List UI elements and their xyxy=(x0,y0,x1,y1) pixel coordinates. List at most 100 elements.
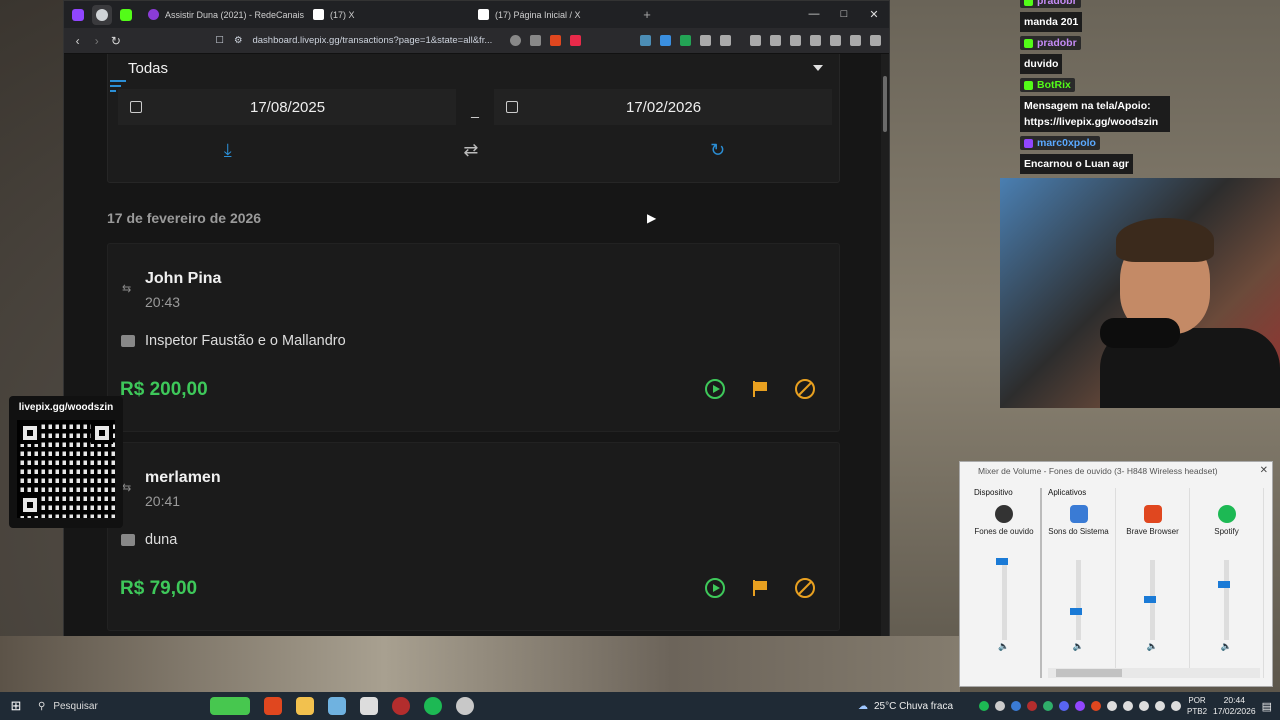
system-sounds-icon xyxy=(1069,505,1088,523)
channel-name: Fones de ouvido xyxy=(974,527,1034,536)
app-icon[interactable] xyxy=(456,697,474,715)
download-icon[interactable] xyxy=(750,35,761,46)
tray-icon[interactable] xyxy=(1043,701,1054,711)
date-to-field[interactable]: 17/02/2026 xyxy=(494,89,832,125)
pinned-tab-twitch[interactable] xyxy=(68,5,88,25)
block-icon[interactable] xyxy=(795,578,815,598)
volume-slider-thumb[interactable] xyxy=(1144,596,1156,603)
chat-user: BotRix xyxy=(1020,78,1075,92)
close-icon[interactable]: ✕ xyxy=(859,8,889,21)
badge-icon xyxy=(1024,38,1033,48)
puzzle-icon[interactable] xyxy=(700,35,711,46)
wifi-icon[interactable] xyxy=(1171,701,1182,711)
extension-icon[interactable] xyxy=(660,35,671,46)
status-select[interactable]: Todas xyxy=(128,55,823,81)
address-bar[interactable]: ☐ ⚙ dashboard.livepix.gg/transactions?pa… xyxy=(215,35,502,46)
zoom-icon[interactable] xyxy=(510,35,521,46)
close-icon[interactable]: ✕ xyxy=(1260,465,1268,476)
sidebar-icon[interactable] xyxy=(790,35,801,46)
minimize-icon[interactable]: — xyxy=(799,8,829,21)
date-from-field[interactable]: 17/08/2025 xyxy=(118,89,456,125)
flag-icon[interactable] xyxy=(753,381,767,397)
obs-tray-icon[interactable] xyxy=(1027,701,1038,711)
weather-widget[interactable]: ☁ 25°C Chuva fraca xyxy=(858,701,953,712)
browser-window: Assistir Duna (2021) - RedeCanais (17) X… xyxy=(63,0,890,636)
bookmark-icon[interactable]: ☐ xyxy=(215,35,224,46)
new-tab-button[interactable]: + xyxy=(635,7,659,22)
carnival-mask-icon[interactable] xyxy=(210,697,250,715)
speaker-icon[interactable]: 🔈 xyxy=(1042,641,1115,652)
pinned-tab-active[interactable] xyxy=(92,4,112,25)
volume-slider-thumb[interactable] xyxy=(1218,581,1230,588)
tab-title: (17) X xyxy=(330,9,355,20)
volume-icon[interactable] xyxy=(1139,701,1150,711)
windows-start-icon[interactable]: ⊞ xyxy=(0,698,32,714)
scroll-thumb[interactable] xyxy=(883,76,887,132)
speaker-icon[interactable]: 🔈 xyxy=(1190,641,1263,652)
maximize-icon[interactable]: □ xyxy=(829,8,859,21)
forward-icon[interactable]: › xyxy=(91,34,102,48)
volume-slider[interactable] xyxy=(1002,560,1007,640)
play-icon[interactable] xyxy=(705,379,725,399)
volume-slider-thumb[interactable] xyxy=(996,558,1008,565)
tab-duna[interactable]: Assistir Duna (2021) - RedeCanais xyxy=(140,4,305,26)
mixer-scrollbar[interactable] xyxy=(1048,668,1260,678)
clock[interactable]: 20:44 17/02/2026 xyxy=(1213,695,1256,717)
obs-icon[interactable] xyxy=(392,697,410,715)
wallet-icon[interactable] xyxy=(810,35,821,46)
clock-date: 17/02/2026 xyxy=(1213,706,1256,716)
scroll-thumb[interactable] xyxy=(1056,669,1122,677)
extension-icon[interactable] xyxy=(680,35,691,46)
volume-slider[interactable] xyxy=(1076,560,1081,640)
volume-slider-thumb[interactable] xyxy=(1070,608,1082,615)
volume-mixer-window: Mixer de Volume - Fones de ouvido (3- H8… xyxy=(959,461,1273,687)
flag-icon[interactable] xyxy=(753,580,767,596)
network-icon[interactable] xyxy=(1107,701,1118,711)
tab-x-1[interactable]: (17) X xyxy=(305,4,470,26)
notepad-icon[interactable] xyxy=(328,697,346,715)
page-scrollbar[interactable] xyxy=(881,54,889,636)
printer-icon[interactable] xyxy=(1155,701,1166,711)
pinned-tab-kick[interactable] xyxy=(116,5,136,25)
play-icon[interactable] xyxy=(705,578,725,598)
volume-slider[interactable] xyxy=(1224,560,1229,640)
file-explorer-icon[interactable] xyxy=(296,697,314,715)
microphone-icon[interactable] xyxy=(1123,701,1134,711)
spotify-tray-icon[interactable] xyxy=(979,701,990,711)
brave-tray-icon[interactable] xyxy=(1091,701,1102,711)
refresh-icon[interactable]: ↻ xyxy=(710,140,725,161)
speaker-icon[interactable]: 🔈 xyxy=(1116,641,1189,652)
share-icon[interactable] xyxy=(530,35,541,46)
leo-icon[interactable] xyxy=(830,35,841,46)
language-indicator[interactable]: POR PTB2 xyxy=(1187,695,1207,717)
chat-text: manda 201 xyxy=(1020,11,1083,32)
block-icon[interactable] xyxy=(795,379,815,399)
extension-icon[interactable] xyxy=(640,35,651,46)
capcut-icon[interactable] xyxy=(360,697,378,715)
tab-x-2[interactable]: (17) Página Inicial / X xyxy=(470,4,635,26)
menu-icon[interactable] xyxy=(870,35,881,46)
tray-icon[interactable] xyxy=(995,701,1006,711)
filter-actions: ⤓ ⇄ ↻ xyxy=(108,135,841,165)
extension-icon[interactable] xyxy=(720,35,731,46)
chat-username: pradobr xyxy=(1037,0,1077,7)
tray-icon[interactable] xyxy=(1075,701,1086,711)
sync-icon[interactable]: ⇄ xyxy=(463,140,478,161)
page-content: Todas 17/08/2025 _ 17/02/2026 ⤓ ⇄ ↻ 17 d… xyxy=(64,54,882,636)
spotify-icon[interactable] xyxy=(424,697,442,715)
media-icon[interactable] xyxy=(770,35,781,46)
notification-icon[interactable]: ▤ xyxy=(1262,700,1272,713)
bluetooth-icon[interactable] xyxy=(1011,701,1022,711)
download-icon[interactable]: ⤓ xyxy=(224,140,232,161)
vpn-icon[interactable] xyxy=(850,35,861,46)
brave-icon[interactable] xyxy=(264,697,282,715)
discord-icon[interactable] xyxy=(1059,701,1070,711)
speaker-icon[interactable]: 🔈 xyxy=(968,641,1040,652)
site-info-icon[interactable]: ⚙ xyxy=(234,35,243,46)
brave-rewards-icon[interactable] xyxy=(570,35,581,46)
taskbar-search[interactable]: ⚲ Pesquisar xyxy=(32,701,182,712)
back-icon[interactable]: ‹ xyxy=(72,34,83,48)
reload-icon[interactable]: ↻ xyxy=(110,34,121,48)
brave-shield-icon[interactable] xyxy=(550,35,561,46)
url-text[interactable]: dashboard.livepix.gg/transactions?page=1… xyxy=(252,35,492,46)
